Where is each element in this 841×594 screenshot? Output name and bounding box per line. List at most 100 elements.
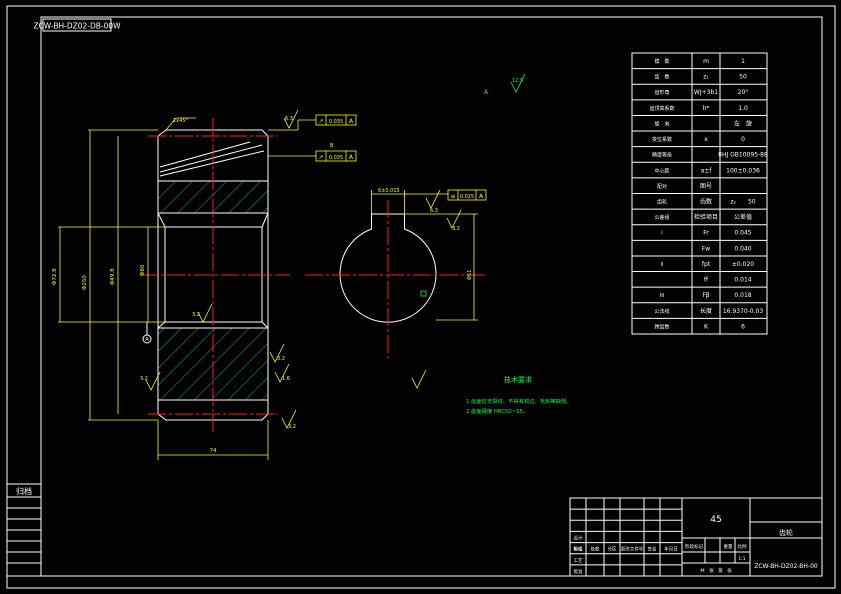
title-scale-count: 45 (710, 515, 721, 525)
param-row-3-col-2: 1.0 (738, 105, 748, 112)
param-row-11-col-1: Fr (703, 230, 709, 237)
param-row-17-col-0: 跨齿数 (654, 323, 669, 330)
param-row-9-col-1: 齿数 (700, 198, 712, 206)
param-row-14-col-2: 0.014 (734, 277, 751, 284)
param-row-3-col-0: 齿顶高系数 (649, 105, 674, 112)
param-row-7-col-2: 100±0.036 (726, 167, 760, 174)
param-row-5-col-2: 0 (741, 136, 745, 143)
hub-roughness-1: 6.3 (430, 208, 438, 214)
param-row-6-col-2: 8HJ GB10095-88 (718, 152, 768, 159)
tol-3-datum: A (479, 193, 484, 200)
view-a-label: A (484, 89, 489, 96)
param-row-16-col-0: 公法线 (654, 308, 669, 315)
param-row-1-col-1: z₁ (703, 74, 709, 81)
param-row-8-col-1: 图号 (700, 183, 712, 190)
tolerance-frame-2: ↗ 0.035 A B (268, 143, 357, 162)
bore-dia-label: Φ80 (140, 264, 146, 276)
gear-dimensions: Φ250 Φ49.8 Φ72.8 Φ80 74 1x45° A (52, 117, 269, 460)
tol-2-datum: A (349, 154, 354, 161)
title-side-label-2: 工艺 (574, 558, 583, 564)
param-row-5-col-0: 变位系数 (652, 136, 672, 143)
bore-len-label: Φ72.8 (52, 268, 58, 285)
param-row-1-col-0: 齿 数 (654, 74, 669, 81)
tech-requirements: 技术要求 1.齿面应无裂纹、不得有锐边、毛刺等缺陷。 2.齿面硬度 HRC50~… (466, 375, 572, 415)
filing-label: 归档 (16, 486, 32, 496)
parameter-table: 模 数 m 1 齿 数 z₁ 50 齿形角 WJ+3b1 20° 齿顶高系数 h* 1.0 旋 向 左 旋… (631, 52, 768, 335)
title-row-label-5: 年月日 (664, 546, 678, 553)
param-row-15-col-0: III (660, 293, 664, 299)
roughness-3: 3.2 (277, 356, 285, 362)
param-row-11-col-0: I (661, 231, 662, 237)
param-row-13-col-0: II (661, 262, 664, 268)
roughness-1: 6.3 (285, 116, 293, 122)
roughness-2: 3.2 (192, 312, 200, 318)
keyway-depth: Φ51 (467, 270, 473, 280)
param-row-13-col-2: ±0.020 (732, 261, 754, 268)
param-row-14-col-1: ff (704, 277, 709, 284)
tol-1-symbol: ↗ (318, 118, 323, 125)
param-row-9-col-2: z₂ 50 (730, 199, 755, 206)
param-row-0-col-1: m (703, 58, 709, 65)
title-row-label-2: 分区 (608, 546, 617, 553)
param-row-16-col-2: 16.9370-0.03 (723, 308, 764, 315)
param-row-8-col-0: 配对 (657, 183, 667, 190)
param-row-10-col-1: 检验项目 (694, 213, 718, 221)
tol-2-symbol: ↗ (318, 154, 323, 161)
tol-2-value: 0.035 (329, 155, 343, 161)
title-ratio: 1:1 (738, 556, 745, 562)
view-a-roughness: 12.5 (512, 78, 523, 84)
title-side-label-1: 审核 (574, 546, 583, 553)
hub-roughness-2: 3.2 (452, 226, 460, 232)
title-row-label-3: 更改文件号 (621, 546, 644, 553)
param-row-3-col-1: h* (703, 105, 710, 112)
tol-1-value: 0.035 (329, 119, 343, 125)
param-row-4-col-0: 旋 向 (654, 120, 669, 127)
tol-3-value: 0.025 (460, 194, 474, 200)
title-row-label-4: 签名 (648, 546, 657, 553)
param-row-2-col-1: WJ+3b1 (694, 89, 718, 96)
param-row-16-col-1: 长度 (700, 307, 712, 315)
param-row-2-col-0: 齿形角 (654, 89, 669, 96)
title-part-name: 齿轮 (779, 528, 793, 537)
param-row-17-col-1: K (704, 323, 709, 330)
tech-req-line-1: 1.齿面应无裂纹、不得有锐边、毛刺等缺陷。 (466, 397, 572, 405)
param-row-7-col-1: a±f (701, 167, 713, 174)
title-col-stage: 阶段标记 (685, 543, 703, 550)
datum-a-letter: A (145, 337, 149, 343)
param-row-15-col-2: 0.018 (734, 292, 751, 299)
param-row-1-col-2: 50 (739, 74, 747, 81)
title-row-label-1: 处数 (591, 546, 600, 553)
title-drawing-no: ZCW-BH-DZ02-BH-00 (754, 563, 818, 570)
chamfer-label: 1x45° (173, 118, 189, 124)
param-row-10-col-2: 公差值 (734, 213, 752, 221)
label-b: B (330, 143, 334, 149)
keyway-width: 6±0.015 (378, 188, 400, 194)
tol-3-symbol: ≡ (450, 193, 455, 200)
title-sheet: 共 张 第 张 (700, 567, 732, 574)
tip-dia-label: Φ250 (82, 275, 88, 290)
face-width-label: 74 (210, 448, 217, 454)
param-row-12-col-1: Fw (702, 245, 710, 252)
title-block: 45 齿轮 ZCW-BH-DZ02-BH-00 阶段标记 重量 比例 1:1 共… (569, 497, 823, 577)
roughness-5: 3.2 (140, 376, 148, 382)
roughness-4: 1.6 (282, 376, 290, 382)
tech-req-title: 技术要求 (504, 375, 532, 384)
title-side-label-0: 设计 (574, 535, 583, 542)
param-row-17-col-2: 6 (741, 323, 745, 330)
title-block-grid: 标记 处数 分区 更改文件号 签名 年月日设计审核工艺批准 (570, 498, 682, 576)
param-row-9-col-0: 齿轮 (657, 199, 667, 206)
drawing-canvas: ZCW-BH-DZ02-DB-00W 归档 Φ250 Φ49.8 Φ72.8 Φ… (6, 5, 836, 589)
param-row-4-col-2: 左 旋 (734, 119, 752, 127)
param-row-7-col-0: 中心距 (654, 167, 669, 174)
param-row-10-col-0: 公差组 (654, 214, 669, 221)
tol-1-datum: A (349, 118, 354, 125)
tech-req-line-2: 2.齿面硬度 HRC50~55。 (466, 407, 528, 415)
root-dia-label: Φ49.8 (110, 268, 116, 285)
corner-stamp: ZCW-BH-DZ02-DB-00W (33, 18, 121, 32)
corner-stamp-text: ZCW-BH-DZ02-DB-00W (33, 22, 121, 31)
param-row-6-col-0: 精度等级 (652, 152, 672, 159)
title-side-label-3: 批准 (574, 568, 583, 575)
param-row-12-col-2: 0.040 (734, 245, 751, 252)
param-row-11-col-2: 0.045 (734, 230, 751, 237)
left-filing-strip: 归档 (6, 483, 42, 577)
